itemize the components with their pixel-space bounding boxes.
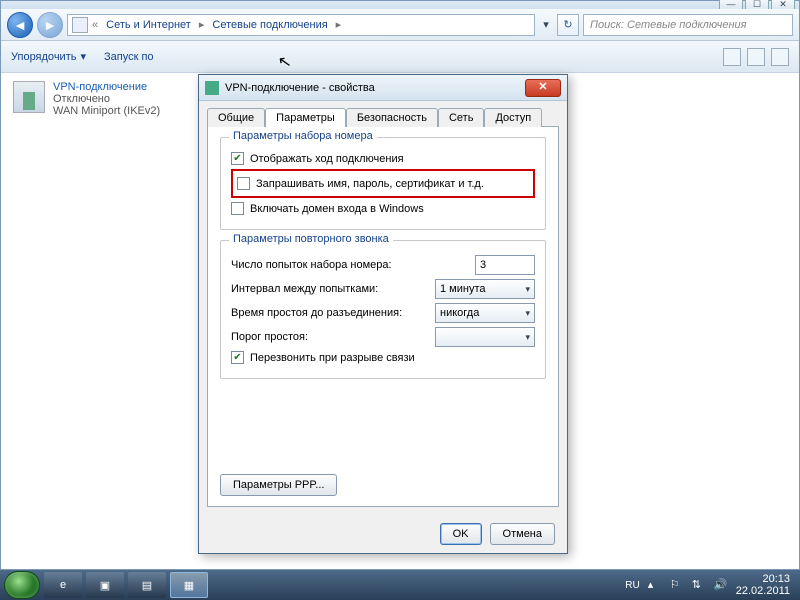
forward-button[interactable]: ►	[37, 12, 63, 38]
view-options	[723, 48, 789, 66]
window-controls: — ☐ ✕	[1, 1, 799, 9]
tab-security[interactable]: Безопасность	[346, 108, 438, 127]
tab-general[interactable]: Общие	[207, 108, 265, 127]
prompt-credentials-checkbox[interactable]: Запрашивать имя, пароль, сертификат и т.…	[237, 177, 529, 190]
chevron-right-icon: ▸	[336, 18, 342, 31]
dialog-title: VPN-подключение - свойства	[225, 82, 375, 94]
flag-icon[interactable]: ⚐	[670, 578, 684, 592]
refresh-button[interactable]: ↻	[557, 14, 579, 36]
organize-menu[interactable]: Упорядочить ▾	[11, 50, 86, 63]
chevron-right-icon: ▸	[199, 18, 205, 31]
checkbox-icon	[237, 177, 250, 190]
connection-text: VPN-подключение Отключено WAN Miniport (…	[53, 81, 160, 117]
show-progress-checkbox[interactable]: ✔ Отображать ход подключения	[231, 152, 535, 165]
checkbox-label: Отображать ход подключения	[250, 153, 404, 165]
clock[interactable]: 20:13 22.02.2011	[736, 573, 790, 597]
checkbox-label: Запрашивать имя, пароль, сертификат и т.…	[256, 178, 484, 190]
dial-options-group: Параметры набора номера ✔ Отображать ход…	[220, 137, 546, 230]
tab-panel: Параметры набора номера ✔ Отображать ход…	[207, 126, 559, 507]
chevron-down-icon: ▾	[80, 50, 86, 63]
interval-label: Интервал между попытками:	[231, 283, 378, 295]
tab-network[interactable]: Сеть	[438, 108, 484, 127]
checkbox-label: Перезвонить при разрыве связи	[250, 352, 415, 364]
checkbox-icon: ✔	[231, 152, 244, 165]
chevron-down-icon: ▾	[525, 284, 530, 295]
idle-combo[interactable]: никогда▾	[435, 303, 535, 323]
location-icon	[72, 17, 88, 33]
taskbar: e ▣ ▤ ▦ RU ▴ ⚐ ⇅ 🔊 20:13 22.02.2011	[0, 570, 800, 600]
breadcrumb[interactable]: « Сеть и Интернет ▸ Сетевые подключения …	[67, 14, 535, 36]
language-indicator[interactable]: RU	[625, 580, 639, 591]
back-button[interactable]: ◄	[7, 12, 33, 38]
redial-options-group: Параметры повторного звонка Число попыто…	[220, 240, 546, 379]
tray-show-hidden-icon[interactable]: ▴	[648, 578, 662, 592]
checkbox-label: Включать домен входа в Windows	[250, 203, 424, 215]
breadcrumb-level1[interactable]: Сеть и Интернет	[102, 19, 195, 31]
connection-name: VPN-подключение	[53, 81, 160, 93]
highlight-box: Запрашивать имя, пароль, сертификат и т.…	[231, 169, 535, 198]
search-input[interactable]: Поиск: Сетевые подключения	[583, 14, 793, 36]
help-icon[interactable]	[771, 48, 789, 66]
connection-icon	[13, 81, 45, 113]
time-text: 20:13	[736, 573, 790, 585]
view-icon[interactable]	[747, 48, 765, 66]
threshold-combo[interactable]: ▾	[435, 327, 535, 347]
control-panel-taskbar-icon[interactable]: ▦	[170, 572, 208, 598]
date-text: 22.02.2011	[736, 585, 790, 597]
dialog-icon	[205, 81, 219, 95]
dialog-titlebar[interactable]: VPN-подключение - свойства ✕	[199, 75, 567, 101]
checkbox-icon: ✔	[231, 351, 244, 364]
system-tray: RU ▴ ⚐ ⇅ 🔊 20:13 22.02.2011	[625, 573, 796, 597]
redial-on-drop-checkbox[interactable]: ✔ Перезвонить при разрыве связи	[231, 351, 535, 364]
view-icon[interactable]	[723, 48, 741, 66]
tab-access[interactable]: Доступ	[484, 108, 542, 127]
idle-label: Время простоя до разъединения:	[231, 307, 402, 319]
interval-combo[interactable]: 1 минута▾	[435, 279, 535, 299]
media-taskbar-icon[interactable]: ▣	[86, 572, 124, 598]
redial-attempts-input[interactable]: 3	[475, 255, 535, 275]
connection-item[interactable]: VPN-подключение Отключено WAN Miniport (…	[13, 81, 213, 117]
include-domain-checkbox[interactable]: Включать домен входа в Windows	[231, 202, 535, 215]
network-icon[interactable]: ⇅	[692, 578, 706, 592]
cancel-button[interactable]: Отмена	[490, 523, 555, 545]
properties-dialog: VPN-подключение - свойства ✕ Общие Парам…	[198, 74, 568, 554]
volume-icon[interactable]: 🔊	[714, 578, 728, 592]
chevron-icon: «	[92, 19, 98, 31]
command-bar: Упорядочить ▾ Запуск по	[1, 41, 799, 73]
start-connection-button[interactable]: Запуск по	[104, 51, 154, 63]
address-bar: ◄ ► « Сеть и Интернет ▸ Сетевые подключе…	[1, 9, 799, 41]
tab-parameters[interactable]: Параметры	[265, 108, 346, 127]
dropdown-icon[interactable]: ▾	[539, 18, 553, 31]
chevron-down-icon: ▾	[525, 332, 530, 343]
threshold-label: Порог простоя:	[231, 331, 308, 343]
start-button[interactable]	[4, 571, 40, 599]
connection-type: WAN Miniport (IKEv2)	[53, 105, 160, 117]
dialog-buttons: OK Отмена	[199, 515, 567, 553]
close-icon[interactable]: ✕	[525, 79, 561, 97]
ie-taskbar-icon[interactable]: e	[44, 572, 82, 598]
connection-status: Отключено	[53, 93, 160, 105]
ppp-settings-button[interactable]: Параметры PPP...	[220, 474, 337, 496]
chevron-down-icon: ▾	[525, 308, 530, 319]
group-legend: Параметры повторного звонка	[229, 233, 393, 245]
explorer-taskbar-icon[interactable]: ▤	[128, 572, 166, 598]
group-legend: Параметры набора номера	[229, 130, 377, 142]
tab-strip: Общие Параметры Безопасность Сеть Доступ	[199, 101, 567, 126]
redial-attempts-label: Число попыток набора номера:	[231, 259, 392, 271]
checkbox-icon	[231, 202, 244, 215]
breadcrumb-level2[interactable]: Сетевые подключения	[208, 19, 331, 31]
ok-button[interactable]: OK	[440, 523, 482, 545]
